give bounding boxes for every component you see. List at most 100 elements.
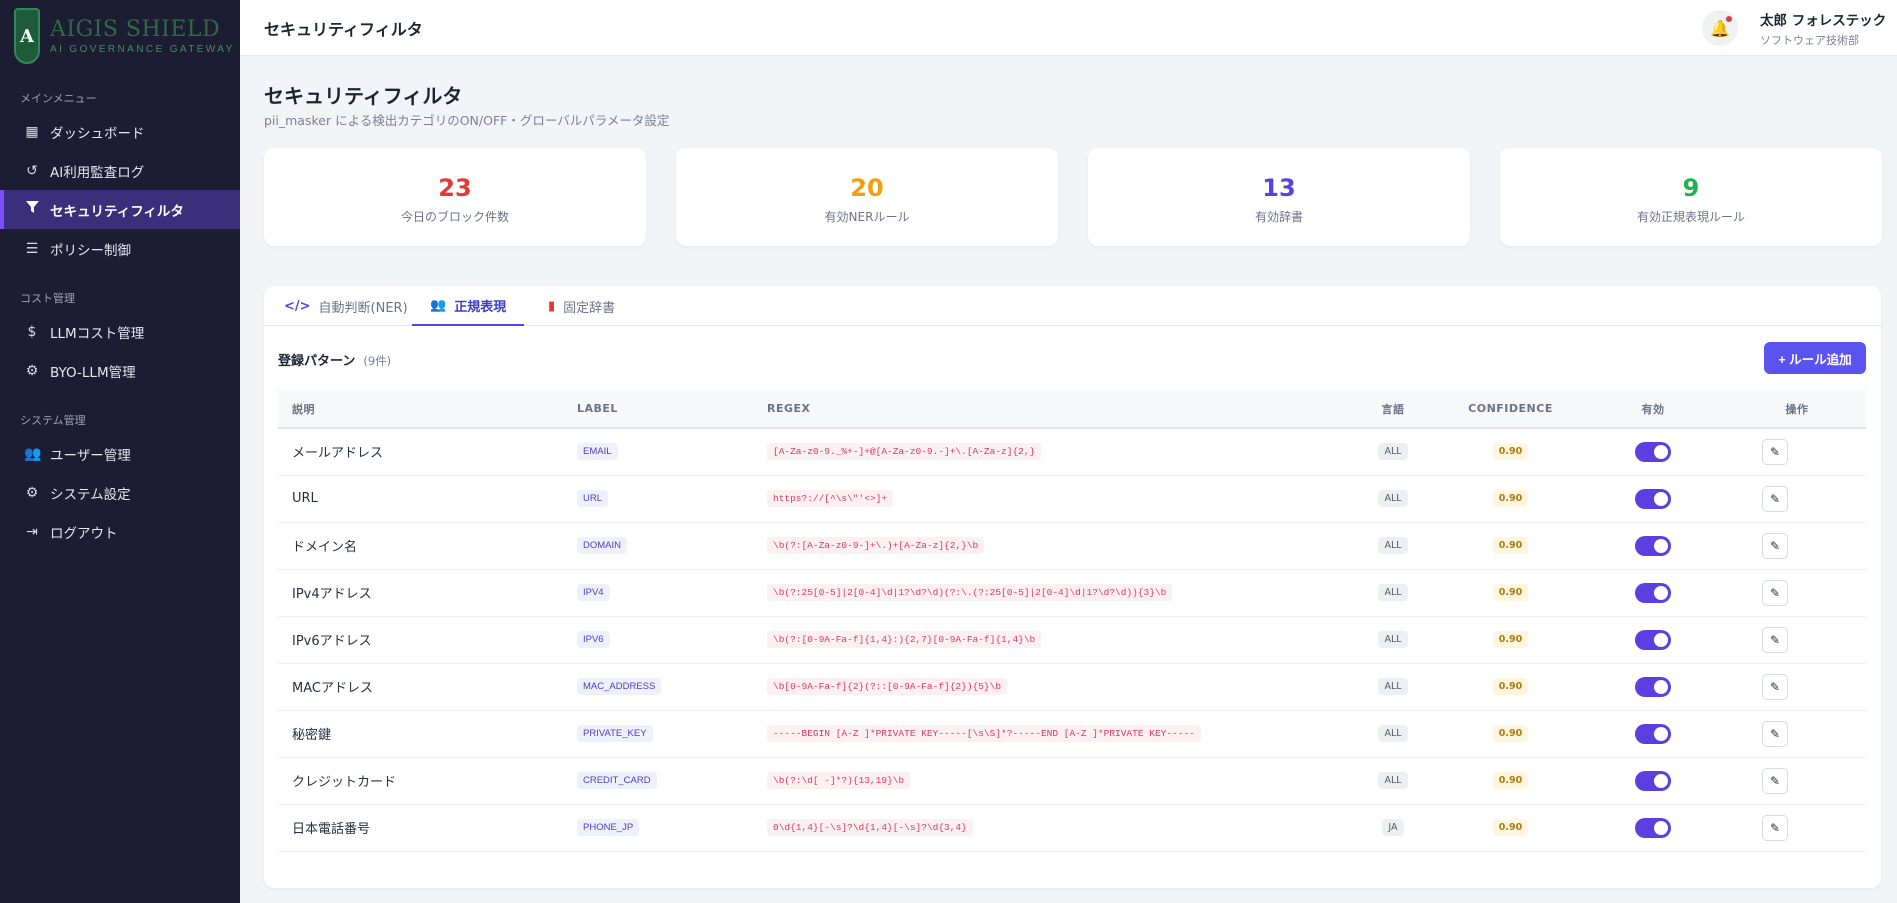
rule-actions-cell: ✎: [1728, 663, 1866, 710]
rule-regex-cell: \b[0-9A-Fa-f]{2}(?::[0-9A-Fa-f]{2}){5}\b: [753, 663, 1343, 710]
brand[interactable]: A AIGIS SHIELD AI GOVERNANCE GATEWAY: [0, 0, 240, 72]
notification-button[interactable]: 🔔: [1702, 10, 1738, 46]
list-count: (9件): [363, 354, 392, 368]
table-row: IPv6アドレス IPV6 \b(?:[0-9A-Fa-f]{1,4}:){2,…: [278, 616, 1866, 663]
rule-language: ALL: [1378, 537, 1408, 554]
sidebar-item-security-filter[interactable]: セキュリティフィルタ: [0, 190, 240, 229]
table-row: ドメイン名 DOMAIN \b(?:[A-Za-z0-9-]+\.)+[A-Za…: [278, 522, 1866, 569]
rule-confidence-cell: 0.90: [1443, 804, 1578, 851]
rule-label: EMAIL: [577, 443, 618, 461]
history-icon: ↺: [26, 162, 38, 179]
rule-language-cell: JA: [1343, 804, 1443, 851]
edit-button[interactable]: ✎: [1762, 532, 1788, 559]
rule-regex-cell: \b(?:\d[ -]*?){13,19}\b: [753, 757, 1343, 804]
rule-regex-cell: \b(?:[0-9A-Fa-f]{1,4}:){2,7}[0-9A-Fa-f]{…: [753, 616, 1343, 663]
rule-description: メールアドレス: [292, 446, 384, 462]
edit-button[interactable]: ✎: [1762, 438, 1788, 465]
rule-confidence: 0.90: [1492, 772, 1529, 789]
code-icon: </>: [284, 298, 311, 314]
table-row: MACアドレス MAC_ADDRESS \b[0-9A-Fa-f]{2}(?::…: [278, 663, 1866, 710]
sidebar-item-users[interactable]: 👥 ユーザー管理: [0, 434, 240, 473]
filter-icon: [24, 201, 40, 218]
rule-confidence: 0.90: [1492, 631, 1529, 648]
table-row: URL URL https?://[^\s\"'<>]+ ALL 0.90 ✎: [278, 475, 1866, 522]
enabled-toggle[interactable]: [1635, 629, 1671, 650]
rule-enabled-cell: [1578, 663, 1728, 710]
sidebar-item-policy[interactable]: ☰ ポリシー制御: [0, 229, 240, 268]
pencil-icon: ✎: [1769, 538, 1781, 553]
grid-icon: ▦: [25, 123, 39, 140]
add-rule-button[interactable]: + ルール追加: [1764, 342, 1866, 374]
rule-language: JA: [1382, 819, 1404, 836]
enabled-toggle[interactable]: [1635, 441, 1671, 462]
enabled-toggle[interactable]: [1635, 676, 1671, 697]
rule-confidence: 0.90: [1492, 490, 1529, 507]
rule-label: IPV4: [577, 584, 610, 601]
enabled-toggle[interactable]: [1635, 488, 1671, 509]
rule-confidence-cell: 0.90: [1443, 663, 1578, 710]
rule-language: ALL: [1378, 631, 1408, 648]
edit-button[interactable]: ✎: [1762, 767, 1788, 794]
user-menu[interactable]: 太郎 フォレステック ソフトウェア技術部: [1760, 9, 1886, 48]
tab-label: 自動判断(NER): [318, 300, 408, 316]
rule-confidence: 0.90: [1492, 443, 1529, 461]
sidebar-item-dashboard[interactable]: ▦ ダッシュボード: [0, 112, 240, 151]
rule-enabled-cell: [1578, 428, 1728, 475]
table-row: メールアドレス EMAIL [A-Za-z0-9._%+-]+@[A-Za-z0…: [278, 428, 1866, 475]
rule-confidence: 0.90: [1492, 584, 1529, 601]
stat-value: 13: [1262, 174, 1296, 202]
tab-dictionary[interactable]: ▮ 固定辞書: [548, 286, 615, 326]
enabled-toggle[interactable]: [1635, 770, 1671, 791]
rule-regex: \b[0-9A-Fa-f]{2}(?::[0-9A-Fa-f]{2}){5}\b: [767, 678, 1008, 695]
enabled-toggle[interactable]: [1635, 817, 1671, 838]
edit-button[interactable]: ✎: [1762, 720, 1788, 747]
rule-confidence: 0.90: [1492, 819, 1529, 836]
rule-regex: [A-Za-z0-9._%+-]+@[A-Za-z0-9.-]+\.[A-Za-…: [767, 443, 1042, 461]
notification-dot: [1726, 16, 1732, 22]
tab-ner[interactable]: </> 自動判断(NER): [284, 286, 408, 326]
edit-button[interactable]: ✎: [1762, 673, 1788, 700]
rule-enabled-cell: [1578, 757, 1728, 804]
column-header-label: LABEL: [577, 402, 618, 415]
edit-button[interactable]: ✎: [1762, 626, 1788, 653]
stat-label: 今日のブロック件数: [400, 210, 509, 224]
sidebar-item-system-settings[interactable]: ⚙ システム設定: [0, 473, 240, 512]
sidebar-item-byo-llm[interactable]: ⚙ BYO-LLM管理: [0, 351, 240, 390]
rule-regex: \b(?:[A-Za-z0-9-]+\.)+[A-Za-z]{2,}\b: [767, 537, 985, 554]
user-department: ソフトウェア技術部: [1760, 34, 1859, 47]
rule-regex: \b(?:\d[ -]*?){13,19}\b: [767, 772, 911, 789]
rule-language-cell: ALL: [1343, 428, 1443, 475]
sidebar-item-label: セキュリティフィルタ: [50, 203, 184, 220]
file-pdf-icon: ▮: [548, 298, 556, 314]
rule-enabled-cell: [1578, 522, 1728, 569]
users-icon: 👥: [430, 297, 447, 313]
tab-regex[interactable]: 👥 正規表現: [412, 286, 525, 326]
sidebar-item-logout[interactable]: ⇥ ログアウト: [0, 512, 240, 551]
rule-label-cell: IPV4: [563, 569, 753, 616]
rules-panel: </> 自動判断(NER) 👥 正規表現 ▮ 固定辞書 登録パターン (9件) +…: [264, 286, 1881, 888]
edit-button[interactable]: ✎: [1762, 814, 1788, 841]
rule-language: ALL: [1378, 772, 1408, 789]
rule-actions-cell: ✎: [1728, 475, 1866, 522]
rule-enabled-cell: [1578, 475, 1728, 522]
sidebar-item-llm-cost[interactable]: $ LLMコスト管理: [0, 312, 240, 351]
stat-value: 23: [438, 174, 472, 202]
pencil-icon: ✎: [1769, 585, 1781, 600]
table-row: 秘密鍵 PRIVATE_KEY -----BEGIN [A-Z ]*PRIVAT…: [278, 710, 1866, 757]
edit-button[interactable]: ✎: [1762, 579, 1788, 606]
rule-language-cell: ALL: [1343, 616, 1443, 663]
enabled-toggle[interactable]: [1635, 582, 1671, 603]
list-heading: 登録パターン (9件): [278, 350, 391, 369]
rule-actions-cell: ✎: [1728, 616, 1866, 663]
stat-label: 有効辞書: [1254, 210, 1303, 224]
rule-enabled-cell: [1578, 804, 1728, 851]
enabled-toggle[interactable]: [1635, 535, 1671, 556]
rule-regex-cell: \b(?:25[0-5]|2[0-4]\d|1?\d?\d)(?:\.(?:25…: [753, 569, 1343, 616]
table-row: クレジットカード CREDIT_CARD \b(?:\d[ -]*?){13,1…: [278, 757, 1866, 804]
edit-button[interactable]: ✎: [1762, 485, 1788, 512]
rule-description: IPv4アドレス: [292, 587, 372, 602]
enabled-toggle[interactable]: [1635, 723, 1671, 744]
column-header-description: 説明: [292, 402, 315, 416]
rule-label: URL: [577, 490, 609, 507]
sidebar-item-audit-log[interactable]: ↺ AI利用監査ログ: [0, 151, 240, 190]
